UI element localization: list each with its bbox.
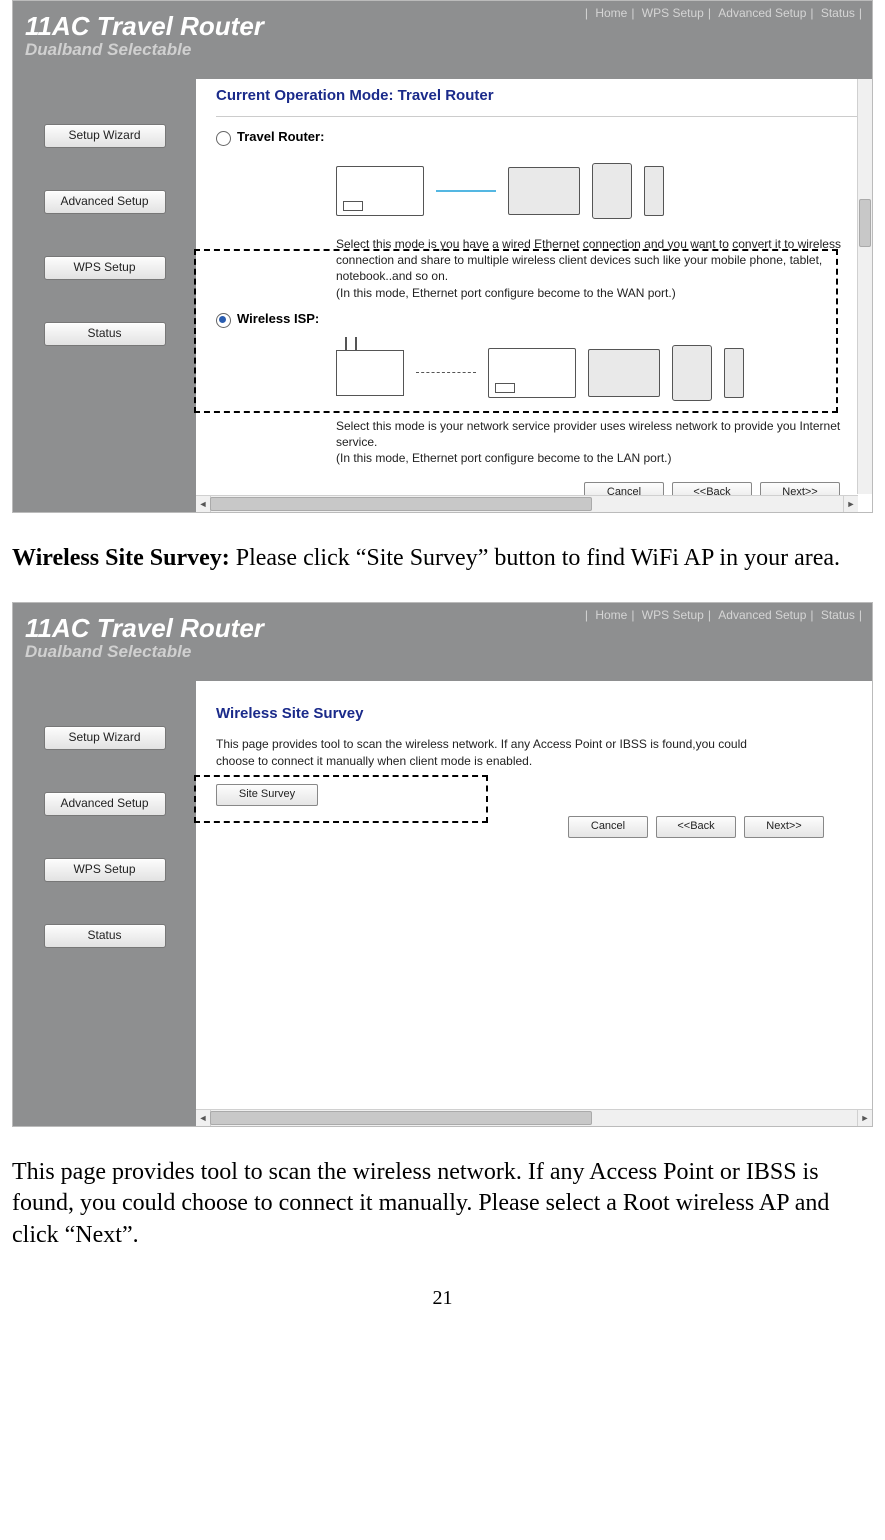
topnav-wps[interactable]: WPS Setup bbox=[642, 608, 704, 622]
scrollbar-thumb[interactable] bbox=[210, 497, 592, 511]
phone-icon bbox=[724, 348, 744, 398]
next-button[interactable]: Next>> bbox=[744, 816, 824, 838]
tablet-icon bbox=[672, 345, 712, 401]
mode-wireless-isp-desc: Select this mode is your network service… bbox=[336, 418, 864, 450]
ap-icon bbox=[336, 350, 404, 396]
topnav-status[interactable]: Status bbox=[821, 608, 855, 622]
doc-paragraph-2: This page provides tool to scan the wire… bbox=[12, 1157, 873, 1251]
mode-wireless-isp-row: Wireless ISP: bbox=[216, 311, 864, 328]
topnav-advanced[interactable]: Advanced Setup bbox=[718, 6, 806, 20]
top-nav: | Home| WPS Setup| Advanced Setup| Statu… bbox=[583, 608, 864, 622]
wizard-buttons: Cancel <<Back Next>> bbox=[216, 816, 824, 838]
sidebar: Setup Wizard Advanced Setup WPS Setup St… bbox=[13, 79, 196, 512]
radio-wireless-isp[interactable] bbox=[216, 313, 231, 328]
mode-travel-router-label: Travel Router: bbox=[237, 129, 337, 144]
vertical-scrollbar[interactable] bbox=[857, 79, 872, 494]
scrollbar-thumb[interactable] bbox=[210, 1111, 592, 1125]
topnav-advanced[interactable]: Advanced Setup bbox=[718, 608, 806, 622]
site-survey-button[interactable]: Site Survey bbox=[216, 784, 318, 806]
sidebar: Setup Wizard Advanced Setup WPS Setup St… bbox=[13, 681, 196, 1126]
page-number: 21 bbox=[12, 1287, 873, 1310]
diagram-travel-router bbox=[336, 152, 864, 230]
top-nav: | Home| WPS Setup| Advanced Setup| Statu… bbox=[583, 6, 864, 20]
scroll-right-icon[interactable]: ► bbox=[857, 1110, 872, 1126]
back-button[interactable]: <<Back bbox=[656, 816, 736, 838]
sidebar-status[interactable]: Status bbox=[44, 322, 166, 346]
screenshot-operation-mode: 11AC Travel Router Dualband Selectable |… bbox=[12, 0, 873, 513]
cancel-button[interactable]: Cancel bbox=[568, 816, 648, 838]
router-icon bbox=[336, 166, 424, 216]
content-pane: Current Operation Mode: Travel Router Tr… bbox=[196, 79, 872, 512]
topnav-home[interactable]: Home bbox=[595, 6, 627, 20]
tablet-icon bbox=[592, 163, 632, 219]
laptop-icon bbox=[508, 167, 580, 215]
horizontal-scrollbar[interactable]: ◄ ► bbox=[196, 1109, 872, 1126]
topnav-status[interactable]: Status bbox=[821, 6, 855, 20]
brand-subtitle: Dualband Selectable bbox=[25, 40, 860, 60]
sidebar-advanced-setup[interactable]: Advanced Setup bbox=[44, 792, 166, 816]
scrollbar-thumb[interactable] bbox=[859, 199, 871, 247]
phone-icon bbox=[644, 166, 664, 216]
laptop-icon bbox=[588, 349, 660, 397]
screenshot-site-survey: 11AC Travel Router Dualband Selectable |… bbox=[12, 602, 873, 1127]
mode-wireless-isp-label: Wireless ISP: bbox=[237, 311, 337, 326]
page-title: Wireless Site Survey bbox=[216, 705, 864, 722]
sidebar-advanced-setup[interactable]: Advanced Setup bbox=[44, 190, 166, 214]
content-pane: Wireless Site Survey This page provides … bbox=[196, 681, 872, 1126]
topnav-home[interactable]: Home bbox=[595, 608, 627, 622]
mode-travel-router-note: (In this mode, Ethernet port configure b… bbox=[336, 285, 864, 301]
diagram-wireless-isp bbox=[336, 334, 864, 412]
router-icon bbox=[488, 348, 576, 398]
scroll-left-icon[interactable]: ◄ bbox=[196, 496, 211, 512]
radio-travel-router[interactable] bbox=[216, 131, 231, 146]
divider bbox=[216, 116, 864, 117]
sidebar-setup-wizard[interactable]: Setup Wizard bbox=[44, 124, 166, 148]
mode-travel-router-row: Travel Router: bbox=[216, 129, 864, 146]
horizontal-scrollbar[interactable]: ◄ ► bbox=[196, 495, 858, 512]
page-title: Current Operation Mode: Travel Router bbox=[216, 87, 864, 104]
wireless-line bbox=[416, 372, 476, 375]
scroll-left-icon[interactable]: ◄ bbox=[196, 1110, 211, 1126]
doc-paragraph-1-bold: Wireless Site Survey: bbox=[12, 545, 236, 571]
header-bar: 11AC Travel Router Dualband Selectable |… bbox=[13, 603, 872, 681]
scroll-right-icon[interactable]: ► bbox=[843, 496, 858, 512]
header-bar: 11AC Travel Router Dualband Selectable |… bbox=[13, 1, 872, 79]
brand-subtitle: Dualband Selectable bbox=[25, 642, 860, 662]
mode-travel-router-desc: Select this mode is you have a wired Eth… bbox=[336, 236, 864, 285]
survey-description: This page provides tool to scan the wire… bbox=[216, 736, 756, 770]
sidebar-status[interactable]: Status bbox=[44, 924, 166, 948]
sidebar-wps-setup[interactable]: WPS Setup bbox=[44, 858, 166, 882]
doc-paragraph-1-rest: Please click “Site Survey” button to fin… bbox=[236, 545, 840, 571]
doc-paragraph-1: Wireless Site Survey: Please click “Site… bbox=[12, 543, 873, 574]
mode-wireless-isp-note: (In this mode, Ethernet port configure b… bbox=[336, 450, 864, 466]
connection-line bbox=[436, 190, 496, 192]
topnav-wps[interactable]: WPS Setup bbox=[642, 6, 704, 20]
sidebar-wps-setup[interactable]: WPS Setup bbox=[44, 256, 166, 280]
sidebar-setup-wizard[interactable]: Setup Wizard bbox=[44, 726, 166, 750]
